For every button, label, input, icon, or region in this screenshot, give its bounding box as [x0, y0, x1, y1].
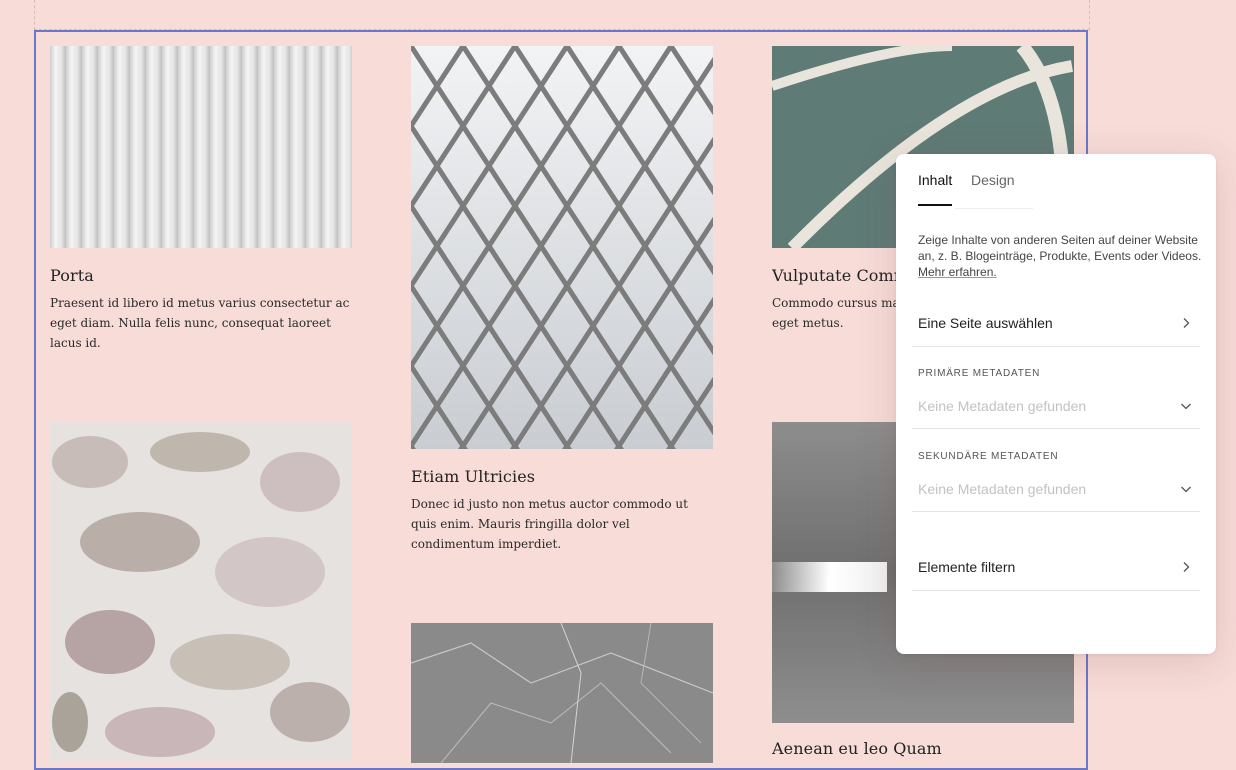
chevron-right-icon: [1183, 562, 1190, 572]
secondary-metadata-select[interactable]: Keine Metadaten gefunden: [912, 469, 1200, 512]
chevron-down-icon: [1181, 486, 1191, 493]
card-bark[interactable]: [50, 422, 352, 762]
card-title[interactable]: Etiam Ultricies: [411, 467, 713, 486]
chevron-down-icon: [1181, 403, 1191, 410]
tab-design[interactable]: Design: [971, 172, 1015, 204]
card-etiam-ultricies[interactable]: Etiam Ultricies Donec id justo non metus…: [411, 46, 713, 554]
select-page-row[interactable]: Eine Seite auswählen: [912, 302, 1200, 347]
card-image-bark[interactable]: [50, 422, 352, 762]
content-settings-panel: Inhalt Design Zeige Inhalte von anderen …: [896, 154, 1216, 654]
card-title[interactable]: Aenean eu leo Quam: [772, 739, 1074, 758]
tabs-divider: [955, 208, 1033, 209]
description-text: Zeige Inhalte von anderen Seiten auf dei…: [918, 233, 1202, 263]
card-image-lattice[interactable]: [411, 46, 713, 449]
guide-line-right: [1089, 0, 1090, 30]
select-page-label: Eine Seite auswählen: [918, 315, 1053, 331]
chevron-right-icon: [1183, 318, 1190, 328]
primary-metadata-label: PRIMÄRE METADATEN: [918, 368, 1041, 379]
panel-tabs: Inhalt Design: [918, 172, 1212, 208]
primary-metadata-select[interactable]: Keine Metadaten gefunden: [912, 386, 1200, 429]
learn-more-link[interactable]: Mehr erfahren.: [918, 265, 997, 279]
card-image-corrugated[interactable]: [50, 46, 352, 248]
card-excerpt: Praesent id libero id metus varius conse…: [50, 296, 350, 350]
card-excerpt: Donec id justo non metus auctor commodo …: [411, 497, 688, 551]
filter-items-label: Elemente filtern: [918, 559, 1016, 575]
secondary-metadata-label: SEKUNDÄRE METADATEN: [918, 451, 1059, 462]
card-image-marble[interactable]: [411, 623, 713, 763]
filter-items-row[interactable]: Elemente filtern: [912, 546, 1200, 591]
panel-description: Zeige Inhalte von anderen Seiten auf dei…: [918, 232, 1202, 280]
card-title[interactable]: Porta: [50, 266, 352, 285]
secondary-metadata-value: Keine Metadaten gefunden: [918, 481, 1087, 497]
card-marble[interactable]: [411, 623, 713, 763]
tab-inhalt[interactable]: Inhalt: [918, 172, 953, 206]
guide-line-left: [34, 0, 35, 30]
card-porta[interactable]: Porta Praesent id libero id metus varius…: [50, 46, 352, 353]
primary-metadata-value: Keine Metadaten gefunden: [918, 398, 1087, 414]
